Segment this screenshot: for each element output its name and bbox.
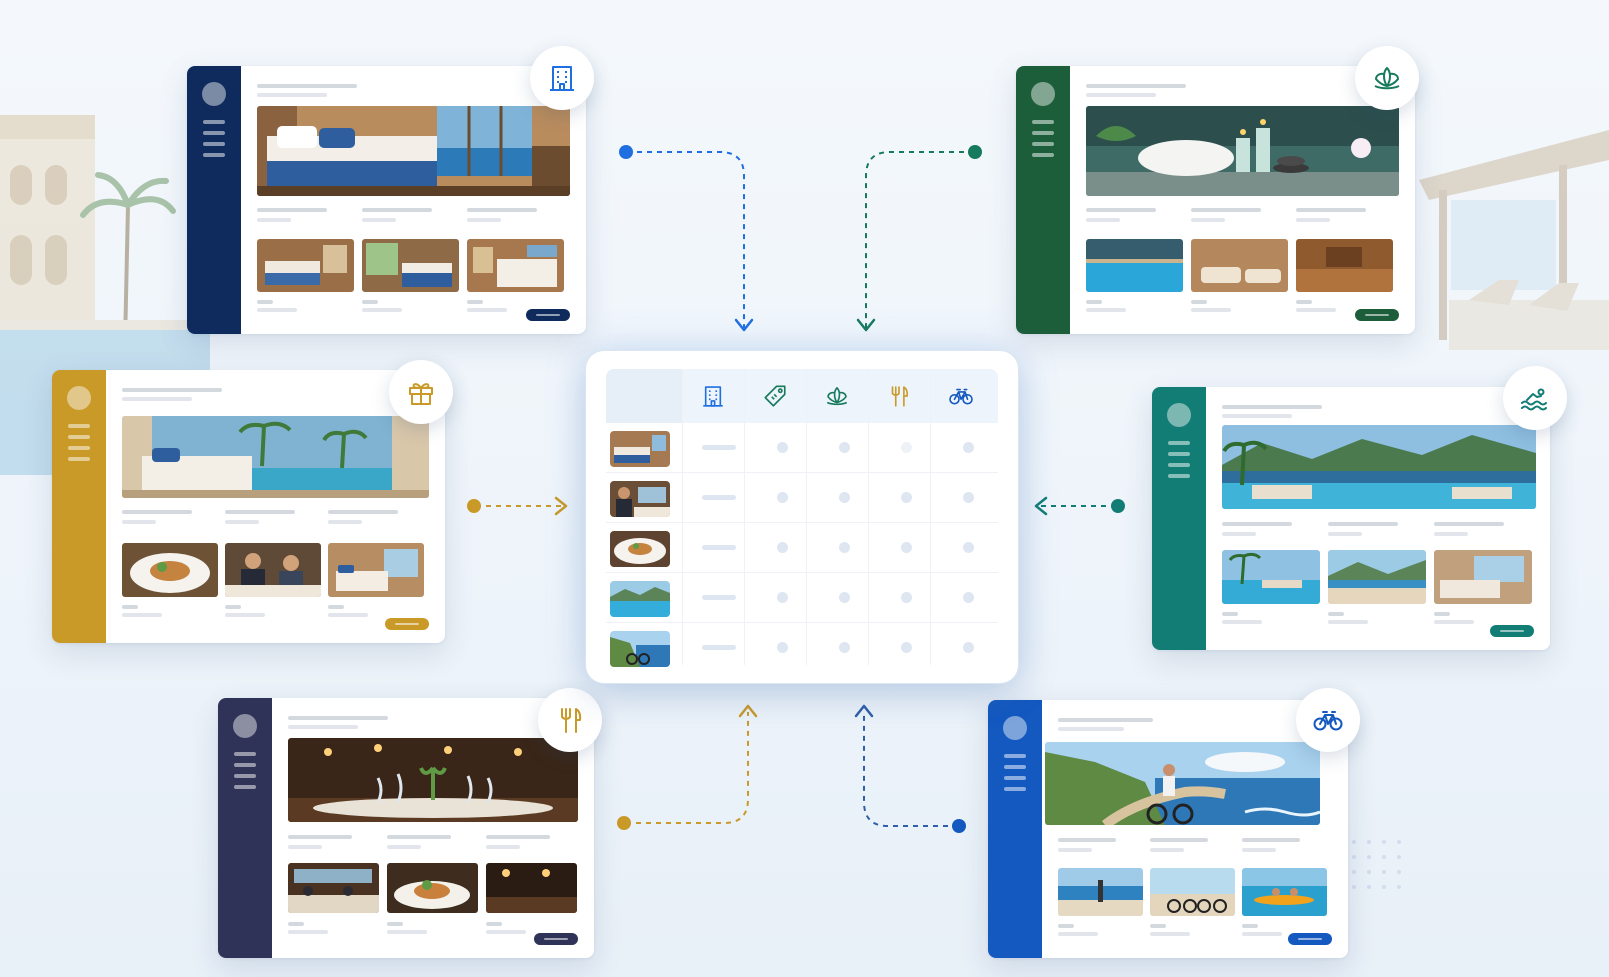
building-icon [550, 66, 574, 91]
avatar [202, 82, 226, 106]
beach-loungers-thumb [1328, 550, 1426, 604]
tag-icon [764, 385, 786, 407]
badge-building [530, 46, 594, 110]
dining-room-thumb [288, 863, 379, 913]
connector-dot-spa [968, 145, 982, 159]
room-thumb [257, 239, 354, 292]
matrix-row[interactable] [606, 523, 998, 573]
book-button[interactable] [526, 309, 570, 321]
panel-hotel-rooms[interactable] [187, 66, 586, 334]
sauna-thumb [1296, 239, 1393, 292]
resort-bedroom-image [122, 416, 429, 498]
room-thumb [610, 431, 670, 467]
panel-sidebar [988, 700, 1042, 958]
room-thumb [362, 239, 459, 292]
panel-spa-wellness[interactable] [1016, 66, 1415, 334]
book-button[interactable] [385, 618, 429, 630]
pool-thumb [610, 581, 670, 617]
fork-knife-icon [561, 708, 582, 733]
kayak-thumb [1242, 868, 1327, 916]
poolside-thumb [1222, 550, 1320, 604]
spa-image [1086, 106, 1399, 196]
connector-dot-hotel [619, 145, 633, 159]
group-cycling-thumb [1150, 868, 1235, 916]
food-thumb [610, 531, 670, 567]
infinity-pool-image [1222, 425, 1536, 509]
book-button[interactable] [534, 933, 578, 945]
lotus-icon [1374, 67, 1400, 90]
badge-bicycle [1296, 688, 1360, 752]
indoor-pool-thumb [1086, 239, 1183, 292]
avatar [1031, 82, 1055, 106]
hotel-room-image [257, 106, 570, 196]
coastal-cycling-image [1045, 742, 1320, 825]
bicycle-icon [1313, 711, 1343, 731]
avatar [233, 714, 257, 738]
connector-dot-activities [952, 819, 966, 833]
cycling-thumb [610, 631, 670, 667]
badge-lotus [1355, 46, 1419, 110]
panel-sidebar [218, 698, 272, 958]
swimming-icon [1521, 388, 1547, 411]
matrix-row[interactable] [606, 573, 998, 623]
connector-hotel [627, 151, 745, 328]
dining-guest-thumb [610, 481, 670, 517]
matrix-row[interactable] [606, 423, 998, 473]
avatar [1003, 716, 1027, 740]
background-cabana-right [1419, 130, 1609, 350]
connector-dot-pool [1111, 499, 1125, 513]
gift-icon [409, 383, 433, 405]
avatar [67, 386, 91, 410]
badge-swimming [1503, 366, 1567, 430]
panel-sidebar [1152, 387, 1206, 650]
book-button[interactable] [1288, 933, 1332, 945]
suite-thumb [328, 543, 424, 597]
matrix-corner [606, 369, 682, 423]
beach-walk-thumb [1058, 868, 1143, 916]
spa-room-thumb [1191, 239, 1288, 292]
dining-guests-thumb [225, 543, 321, 597]
book-button[interactable] [1490, 625, 1534, 637]
plated-dish-thumb [387, 863, 478, 913]
food-thumb [122, 543, 218, 597]
matrix-row[interactable] [606, 623, 998, 673]
fork-knife-icon [891, 386, 909, 407]
panel-sidebar [187, 66, 241, 334]
panel-pool-beach[interactable] [1152, 387, 1550, 650]
avatar [1167, 403, 1191, 427]
connector-dining [626, 712, 749, 824]
badge-gift [389, 360, 453, 424]
connector-activities [863, 712, 958, 827]
lotus-icon [826, 387, 848, 406]
bicycle-icon [949, 388, 973, 405]
comparison-matrix[interactable] [586, 351, 1018, 683]
panel-sidebar [1016, 66, 1070, 334]
lounge-room-thumb [1434, 550, 1532, 604]
book-button[interactable] [1355, 309, 1399, 321]
room-thumb [467, 239, 564, 292]
panel-sidebar [52, 370, 106, 643]
connector-dot-dining [617, 816, 631, 830]
badge-dining [538, 688, 602, 752]
building-icon [703, 386, 723, 407]
panel-offers-packages[interactable] [52, 370, 445, 643]
panel-dining[interactable] [218, 698, 594, 958]
matrix-row[interactable] [606, 473, 998, 523]
panel-activities[interactable] [988, 700, 1348, 958]
connector-spa [865, 151, 974, 328]
lounge-bar-thumb [486, 863, 577, 913]
connector-dot-offers [467, 499, 481, 513]
restaurant-image [288, 738, 578, 822]
